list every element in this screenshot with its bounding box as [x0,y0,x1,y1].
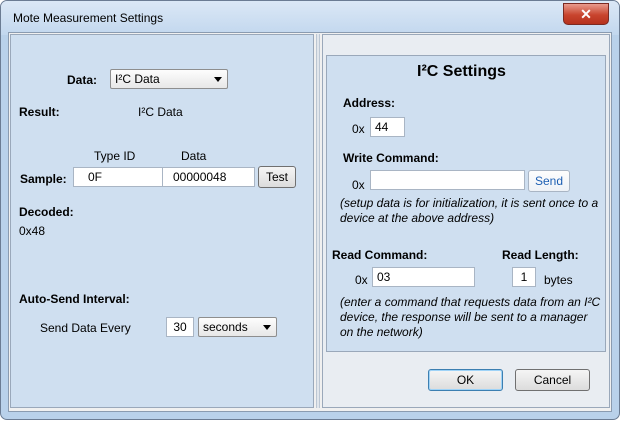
panel-splitter[interactable] [316,34,320,408]
chevron-down-icon [263,325,271,330]
sample-type-id-field[interactable]: 0F [73,167,163,187]
result-value: I²C Data [138,105,183,119]
read-command-input[interactable]: 03 [372,267,475,287]
read-length-input[interactable]: 1 [512,267,536,287]
i2c-settings-heading: I²C Settings [417,63,506,80]
decoded-value: 0x48 [19,224,46,238]
send-interval-input[interactable]: 30 [166,317,194,337]
interval-unit-select[interactable]: seconds [198,317,277,337]
read-command-label-text: Read Command: [332,248,428,262]
close-button[interactable]: ✕ [563,3,609,25]
result-label: Result: [19,105,60,119]
read-prefix: 0x [355,273,368,287]
chevron-down-icon [214,77,222,82]
address-label: Address: [343,96,396,110]
data-label: Data: [67,73,98,87]
read-length-label: Read Length: [502,248,579,262]
interval-unit-value: seconds [203,320,248,334]
window-title: Mote Measurement Settings [13,11,164,25]
bytes-label: bytes [544,273,573,287]
ok-button[interactable]: OK [428,369,503,391]
cancel-button[interactable]: Cancel [515,369,590,391]
write-command-label: Write Command: [343,151,439,165]
data-type-select[interactable]: I²C Data [110,69,228,89]
data-type-value: I²C Data [115,72,160,86]
sample-label: Sample: [20,172,67,186]
address-input[interactable]: 44 [370,117,405,137]
write-command-input[interactable] [370,170,525,190]
auto-send-label: Auto-Send Interval: [19,292,130,306]
type-id-header: Type ID [94,149,136,163]
write-command-note: (setup data is for initialization, it is… [340,196,599,225]
send-every-label: Send Data Every [40,321,131,335]
data-header: Data [181,149,207,163]
address-prefix: 0x [352,122,365,136]
send-button[interactable]: Send [528,170,570,192]
title-bar[interactable]: Mote Measurement Settings ✕ [1,1,619,35]
read-command-note: (enter a command that requests data from… [340,295,601,339]
sample-data-field[interactable]: 00000048 [162,167,255,187]
decoded-label: Decoded: [19,205,74,219]
test-button[interactable]: Test [258,166,296,188]
write-prefix: 0x [352,178,365,192]
left-panel [10,34,314,408]
close-icon: ✕ [580,6,592,22]
